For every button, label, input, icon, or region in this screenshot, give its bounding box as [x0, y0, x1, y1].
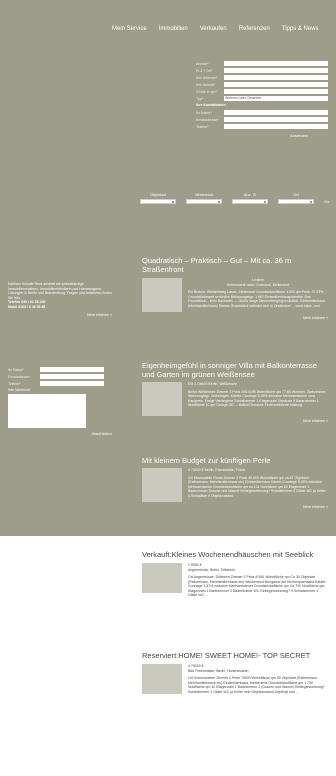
listing-more-link[interactable]: Mehr erfahren » [142, 316, 328, 320]
plz-ort-input[interactable] [224, 68, 328, 73]
listing-location: Bad Freienwalde, Berlin, Hohenwutzen [188, 668, 249, 673]
mieterbad-select[interactable] [186, 199, 222, 204]
filter-objektart: Objektart [140, 192, 176, 204]
filter-label: Mieterbad [195, 192, 213, 197]
listing-card: Eigenheimgefühl in sonniger Villa mit Ba… [142, 361, 328, 423]
contact-heading: Ihre Kontaktdaten [196, 103, 226, 107]
filter-mieterbad: Mieterbad [186, 192, 222, 204]
zimmer-select[interactable] [232, 199, 268, 204]
listing-title[interactable]: Eigenheimgefühl in sonniger Villa mit Ba… [142, 361, 328, 379]
message-textarea[interactable] [8, 394, 86, 428]
field-label: PLZ + Ort* [196, 68, 213, 73]
listing-meta: EM 2 Geld 6 Berlin, Weißensee [188, 382, 237, 386]
listing-card: Verkauft:Kleines Wochenendhäuschen mit S… [142, 550, 328, 598]
objektart-select[interactable] [140, 199, 176, 204]
agent-more-link[interactable]: Mehr erfahren » [8, 313, 112, 317]
listing-more-link[interactable]: Mehr erfahren » [142, 419, 328, 423]
contact-submit-button[interactable]: Abschicken [8, 431, 118, 436]
field-label: Emailadresse* [8, 374, 31, 379]
anrede-input[interactable] [224, 61, 328, 66]
listing-location: Hohenwarte nach, Gutmund, Zehlendorf [226, 282, 290, 287]
filter-label: Objektart [149, 192, 167, 197]
field-label: Typ* [196, 96, 204, 101]
listing-thumbnail[interactable] [142, 563, 182, 593]
filter-zimmer: Anz. Zi [232, 192, 268, 204]
listing-thumbnail[interactable] [142, 664, 182, 694]
nav-item-mein-service[interactable]: Mein Service [112, 26, 147, 32]
listing-description: Ort Hohenwutzen Zimmer 4 Preis 75000 Woh… [188, 676, 325, 694]
field-label: Ihr Name* [8, 367, 24, 372]
filter-bar: Objektart Mieterbad Anz. Zi Ort Go [140, 192, 330, 204]
field-label: Größe in qm* [196, 89, 217, 94]
ort-select[interactable] [278, 199, 314, 204]
contact-form: Ihr Name* Emailadresse* Telefon* Ihre Na… [8, 366, 118, 436]
valuation-form: Anrede* PLZ + Ort* Ihre Adresse* Ihre An… [196, 60, 330, 138]
listing-title[interactable]: Mit kleinem Budget zur künftigen Perle [142, 456, 328, 465]
field-label: Emailadresse* [196, 117, 219, 122]
agent-info: Karlfonz Schulte Reck arbeitet als selbs… [8, 282, 112, 317]
field-label: Ihre Anrede* [196, 82, 216, 87]
listing-description: Ort Eberswalde Finow Zimmer 3 Preis 49.9… [188, 475, 326, 498]
filter-ort: Ort [278, 192, 314, 204]
listing-title[interactable]: Verkauft:Kleines Wochenendhäuschen mit S… [142, 550, 328, 559]
anrede2-input[interactable] [224, 82, 328, 87]
listing-more-link[interactable]: Mehr erfahren » [142, 505, 328, 509]
message-label: Ihre Nachricht [8, 388, 30, 392]
field-label: Telefon* [196, 124, 209, 129]
contact-email-input[interactable] [40, 374, 104, 379]
listing-meta: 4 74000 € Berlin, Eberswalde, Finow [188, 468, 246, 472]
listing-title[interactable]: Quadratisch – Praktisch – Gut – Mit ca. … [142, 256, 328, 274]
listing-thumbnail[interactable] [142, 382, 182, 416]
email-input[interactable] [224, 117, 328, 122]
agent-description: Karlfonz Schulte Reck arbeitet als selbs… [8, 282, 112, 300]
agent-mobile: Mobil 0163 / 9 46 05 88 [8, 304, 46, 309]
nav-item-immobilien[interactable]: Immobilien [159, 26, 188, 32]
listing-thumbnail[interactable] [142, 278, 182, 312]
listing-description: Ort Angermünde, Döbberin Zimmer 2 Preis … [188, 575, 327, 597]
nav-item-verkaufen[interactable]: Verkaufen [200, 26, 227, 32]
field-label: Telefon* [8, 381, 21, 386]
field-label: Ihr Name* [196, 110, 212, 115]
filter-label: Anz. Zi [243, 192, 257, 197]
valuation-submit-button[interactable]: Absenden [196, 133, 330, 138]
contact-name-input[interactable] [40, 367, 104, 372]
listing-title[interactable]: Reserviert:HOME! SWEET HOME!- TOP SECRET [142, 651, 328, 660]
listing-description: Berlin Weißensee Zimmer 3 Preis 250.000€… [188, 389, 327, 408]
go-button[interactable]: Go [324, 199, 329, 204]
listing-location: Angermünde, Berlin, Döbberin [188, 567, 236, 572]
name-input[interactable] [224, 110, 328, 115]
adresse-input[interactable] [224, 75, 328, 80]
main-nav: Mein Service Immobilien Verkaufen Refere… [112, 26, 330, 32]
filter-label: Ort [293, 192, 299, 197]
nav-item-tipps-news[interactable]: Tipps & News [282, 26, 319, 32]
listing-thumbnail[interactable] [142, 468, 182, 502]
field-label: Anrede* [196, 61, 209, 66]
field-label: Ihre Adresse* [196, 75, 218, 80]
listing-card: Mit kleinem Budget zur künftigen Perle 4… [142, 456, 328, 509]
listing-card: Quadratisch – Praktisch – Gut – Mit ca. … [142, 256, 328, 320]
listing-description: Ein Biotom, Walfahrtweg Lasse, Zehlendor… [188, 290, 325, 308]
nav-item-referenzen[interactable]: Referenzen [239, 26, 270, 32]
listing-card: Reserviert:HOME! SWEET HOME!- TOP SECRET… [142, 651, 328, 694]
telefon-input[interactable] [224, 124, 328, 129]
contact-phone-input[interactable] [40, 381, 104, 386]
typ-select[interactable]: Wohnen oder Gewerbe [224, 96, 328, 101]
groesse-input[interactable] [224, 89, 328, 94]
